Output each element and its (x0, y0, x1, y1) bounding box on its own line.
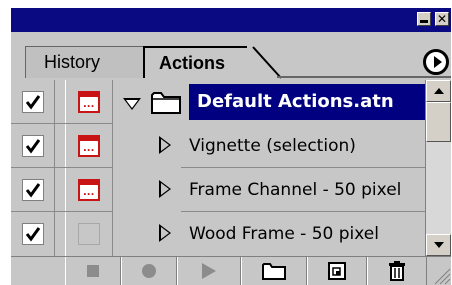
action-content[interactable]: Frame Channel - 50 pixel (113, 168, 425, 212)
delete-icon (389, 261, 405, 281)
new-action-icon (328, 262, 346, 280)
tab-strip: History Actions (11, 32, 451, 79)
collapsed-triangle-icon[interactable] (159, 224, 171, 242)
stop-icon (87, 265, 99, 277)
checkmark-icon[interactable] (21, 179, 44, 201)
collapsed-triangle-icon[interactable] (159, 180, 171, 198)
actions-palette: ✕ History Actions ... Default Actions.at… (10, 8, 451, 285)
action-set-content[interactable]: Default Actions.atn (113, 80, 425, 124)
checkmark-icon[interactable] (21, 91, 44, 113)
toggle-dialog-cell[interactable]: ... (65, 124, 113, 168)
play-icon (202, 263, 216, 279)
palette-menu-arrow-icon (433, 56, 442, 68)
palette-title-bar[interactable]: ✕ (11, 8, 451, 32)
list-item[interactable]: Wood Frame - 50 pixel (11, 212, 425, 256)
actions-toolbar (11, 256, 451, 285)
toggle-dialog-cell[interactable]: ... (65, 168, 113, 212)
toggle-item-cell[interactable] (11, 124, 55, 168)
folder-icon (151, 92, 181, 114)
toggle-item-cell[interactable] (11, 80, 55, 124)
resize-grip-icon[interactable] (431, 265, 451, 285)
play-button[interactable] (177, 257, 241, 285)
dialog-toggle-icon[interactable]: ... (78, 179, 100, 201)
collapsed-triangle-icon[interactable] (159, 136, 171, 154)
tab-history[interactable]: History (25, 46, 149, 78)
down-arrow-icon (433, 242, 444, 248)
list-item[interactable]: ... Default Actions.atn (11, 80, 425, 124)
close-button[interactable]: ✕ (435, 12, 449, 26)
action-label[interactable]: Wood Frame - 50 pixel (189, 212, 379, 256)
tab-history-label: History (44, 52, 101, 72)
checkmark-icon[interactable] (21, 135, 44, 157)
up-arrow-icon (433, 88, 444, 94)
toggle-dialog-cell[interactable] (65, 212, 113, 256)
new-action-button[interactable] (307, 257, 367, 285)
record-button[interactable] (121, 257, 177, 285)
stop-button[interactable] (65, 257, 121, 285)
close-icon: ✕ (436, 12, 448, 26)
toggle-item-cell[interactable] (11, 168, 55, 212)
new-set-icon (262, 263, 286, 280)
dialog-toggle-icon[interactable]: ... (78, 91, 100, 113)
action-content[interactable]: Wood Frame - 50 pixel (113, 212, 425, 256)
dialog-toggle-icon[interactable]: ... (78, 135, 100, 157)
minimize-button[interactable] (417, 12, 431, 26)
dialog-toggle-empty-icon[interactable] (78, 223, 100, 245)
tab-actions-label: Actions (159, 52, 226, 73)
list-item[interactable]: ... Vignette (selection) (11, 124, 425, 168)
expanded-triangle-icon[interactable] (123, 98, 141, 110)
record-icon (142, 264, 156, 278)
actions-list[interactable]: ... Default Actions.atn ... Vignette (se… (11, 80, 425, 256)
vertical-scrollbar[interactable] (425, 80, 451, 256)
action-label[interactable]: Frame Channel - 50 pixel (189, 168, 401, 212)
checkmark-icon[interactable] (21, 223, 44, 245)
tab-actions-edge (247, 46, 282, 79)
minimize-icon (420, 19, 428, 23)
tab-actions[interactable]: Actions (143, 46, 253, 78)
action-content[interactable]: Vignette (selection) (113, 124, 425, 168)
scroll-thumb[interactable] (426, 102, 451, 142)
action-set-label[interactable]: Default Actions.atn (189, 84, 425, 120)
list-item[interactable]: ... Frame Channel - 50 pixel (11, 168, 425, 212)
palette-menu-button[interactable] (423, 49, 449, 75)
scroll-up-button[interactable] (426, 80, 451, 102)
new-set-button[interactable] (241, 257, 307, 285)
delete-button[interactable] (367, 257, 427, 285)
action-label[interactable]: Vignette (selection) (189, 124, 356, 168)
tab-baseline (277, 76, 451, 78)
toggle-item-cell[interactable] (11, 212, 55, 256)
scroll-down-button[interactable] (426, 234, 451, 256)
toggle-dialog-cell[interactable]: ... (65, 80, 113, 124)
